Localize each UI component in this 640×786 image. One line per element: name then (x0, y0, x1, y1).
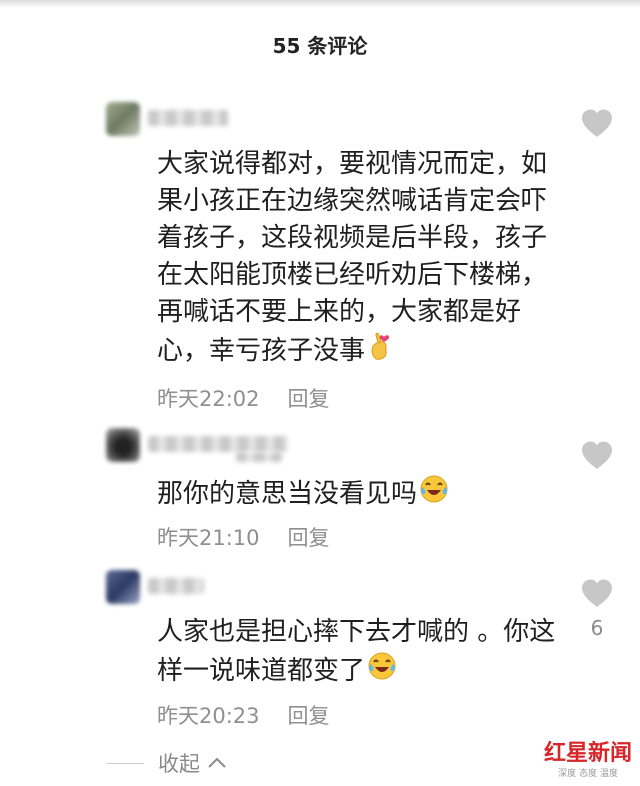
comment-count-title: 55 条评论 (272, 34, 368, 58)
svg-text:红星新闻: 红星新闻 (544, 740, 632, 766)
heart-icon (582, 109, 612, 137)
username-blurred[interactable] (148, 436, 288, 452)
comment-meta: 昨天20:23 回复 (157, 700, 330, 730)
avatar[interactable] (106, 570, 140, 604)
comment-meta: 昨天22:02 回复 (157, 383, 330, 413)
like-button[interactable] (580, 108, 614, 146)
comment-text: 大家说得都对，要视情况而定，如果小孩正在边缘突然喊话肯定会吓着孩子，这段视频是后… (157, 146, 557, 372)
comment-time: 昨天20:23 (157, 704, 260, 728)
comment-text: 人家也是担心摔下去才喊的 。你这样一说味道都变了 (157, 614, 557, 692)
like-count: 6 (590, 616, 604, 640)
like-button[interactable]: 6 (580, 578, 614, 640)
comment-body: 人家也是担心摔下去才喊的 。你这样一说味道都变了 (157, 617, 556, 686)
comment-body: 那你的意思当没看见吗 (157, 479, 418, 509)
username-blurred[interactable] (148, 578, 204, 594)
reply-button[interactable]: 回复 (288, 526, 330, 550)
chevron-up-icon[interactable] (206, 755, 228, 771)
finger-heart-emoji (367, 331, 393, 372)
collapse-button[interactable]: 收起 (158, 748, 200, 778)
username-blurred[interactable] (148, 110, 228, 126)
svg-text:深度 态度 温度: 深度 态度 温度 (558, 767, 618, 779)
hongxing-news-logo: 红星新闻 深度 态度 温度 (544, 740, 632, 779)
divider-line (106, 762, 144, 764)
cropped-top-strip (0, 0, 640, 8)
brand-watermark: 红星新闻 深度 态度 温度 (538, 730, 638, 782)
laughing-tears-emoji (419, 474, 449, 515)
reply-button[interactable]: 回复 (288, 387, 330, 411)
heart-icon (582, 579, 612, 607)
laughing-tears-emoji (367, 651, 397, 692)
comment-text: 那你的意思当没看见吗 (157, 474, 557, 515)
avatar[interactable] (106, 428, 140, 462)
avatar[interactable] (106, 102, 140, 136)
comment-meta: 昨天21:10 回复 (157, 522, 330, 552)
comment-time: 昨天22:02 (157, 387, 260, 411)
collapse-replies: 收起 (106, 748, 228, 778)
reply-button[interactable]: 回复 (288, 704, 330, 728)
comment-time: 昨天21:10 (157, 526, 260, 550)
comment-body: 大家说得都对，要视情况而定，如果小孩正在边缘突然喊话肯定会吓着孩子，这段视频是后… (157, 149, 548, 366)
heart-icon (582, 441, 612, 469)
username-blurred (236, 452, 282, 462)
like-button[interactable] (580, 440, 614, 478)
